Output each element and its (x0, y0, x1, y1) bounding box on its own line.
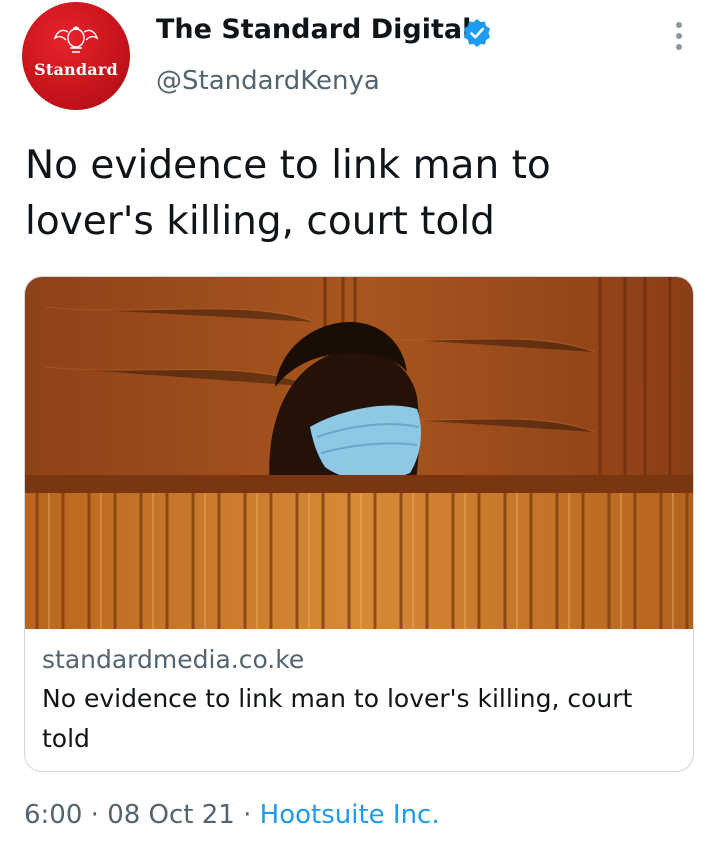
tweet-date[interactable]: 08 Oct 21 (107, 800, 235, 830)
card-title: No evidence to link man to lover's killi… (42, 684, 633, 753)
crest-icon (53, 26, 99, 53)
footer-separator: · (243, 800, 252, 830)
footer-separator: · (90, 800, 99, 830)
tweet-source[interactable]: Hootsuite Inc. (260, 800, 440, 830)
display-name[interactable]: The Standard Digital (156, 14, 471, 45)
handle[interactable]: @StandardKenya (156, 66, 380, 96)
tweet-time[interactable]: 6:00 (24, 800, 82, 830)
tweet-text: No evidence to link man to lover's killi… (25, 143, 551, 244)
verified-badge-icon (464, 19, 490, 47)
tweet: Standard The Standard Digital @StandardK… (0, 0, 720, 859)
avatar-brand-text: Standard (34, 60, 118, 79)
tweet-footer: 6:00 · 08 Oct 21 · Hootsuite Inc. (24, 800, 440, 830)
avatar[interactable]: Standard (22, 2, 130, 110)
card-image[interactable] (25, 277, 694, 629)
link-card[interactable]: standardmedia.co.ke No evidence to link … (24, 276, 694, 772)
more-vertical-icon[interactable] (672, 22, 686, 52)
card-meta: standardmedia.co.ke No evidence to link … (42, 643, 682, 759)
card-domain: standardmedia.co.ke (42, 645, 305, 674)
